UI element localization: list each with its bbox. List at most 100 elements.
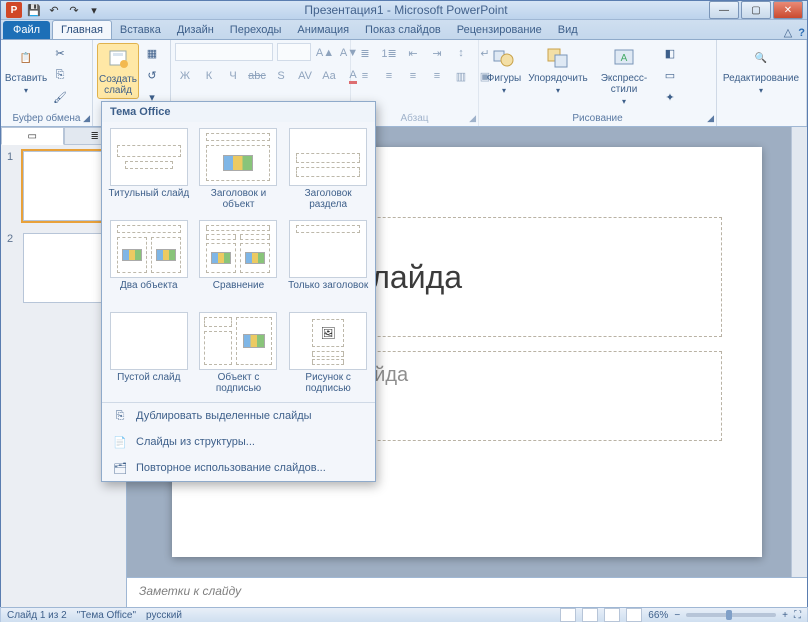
- case-button[interactable]: Aa: [319, 66, 339, 86]
- layout-title-content[interactable]: Заголовок и объект: [194, 124, 284, 216]
- bold-button[interactable]: Ж: [175, 66, 195, 86]
- clipboard-launcher[interactable]: ◢: [83, 113, 90, 124]
- numbering-button[interactable]: 1≣: [379, 43, 399, 63]
- smartart-button[interactable]: ▣: [475, 66, 495, 86]
- shape-effects[interactable]: ✦: [660, 87, 680, 107]
- tab-transitions[interactable]: Переходы: [222, 21, 290, 39]
- layout-title-slide[interactable]: Титульный слайд: [104, 124, 194, 216]
- drawing-launcher[interactable]: ◢: [707, 113, 714, 124]
- reuse-slides-item[interactable]: 🗂 Повторное использование слайдов...: [102, 455, 375, 481]
- tab-slideshow[interactable]: Показ слайдов: [357, 21, 449, 39]
- clipboard-icon: 📋: [13, 45, 39, 71]
- outline-icon: 📄: [112, 434, 128, 450]
- slides-from-outline-item[interactable]: 📄 Слайды из структуры...: [102, 429, 375, 455]
- columns-button[interactable]: ▥: [451, 66, 471, 86]
- grow-font[interactable]: A▲: [315, 43, 335, 63]
- redo-button[interactable]: ↷: [65, 1, 83, 19]
- content-icon: [211, 252, 231, 264]
- content-icon: [223, 155, 253, 171]
- tab-animation[interactable]: Анимация: [289, 21, 357, 39]
- indent-inc[interactable]: ⇥: [427, 43, 447, 63]
- cut-button[interactable]: ✂: [50, 43, 70, 63]
- layout-blank[interactable]: Пустой слайд: [104, 308, 194, 400]
- group-drawing: Фигуры▾ Упорядочить▾ A Экспресс-стили▾ ◧: [479, 40, 717, 126]
- close-button[interactable]: ✕: [773, 1, 803, 19]
- format-painter-button[interactable]: 🖌: [50, 87, 70, 107]
- copy-button[interactable]: ⎘: [50, 65, 70, 85]
- window-title: Презентация1 - Microsoft PowerPoint: [103, 3, 709, 17]
- indent-dec[interactable]: ⇤: [403, 43, 423, 63]
- file-tab[interactable]: Файл: [3, 21, 50, 39]
- thumbnails-tab[interactable]: ▭: [1, 127, 64, 145]
- undo-button[interactable]: ↶: [45, 1, 63, 19]
- spacing-button[interactable]: AV: [295, 66, 315, 86]
- font-size-select[interactable]: [277, 43, 311, 61]
- tab-view[interactable]: Вид: [550, 21, 586, 39]
- theme-indicator: "Тема Office": [77, 610, 136, 621]
- paste-button[interactable]: 📋 Вставить ▾: [5, 43, 47, 97]
- align-left[interactable]: ≡: [355, 66, 375, 86]
- sorter-view-button[interactable]: [582, 608, 598, 622]
- save-button[interactable]: 💾: [25, 1, 43, 19]
- find-icon: 🔍: [748, 45, 774, 71]
- quick-access-toolbar: P 💾 ↶ ↷ ▾: [5, 1, 103, 19]
- ribbon-tabs: Файл Главная Вставка Дизайн Переходы Ани…: [1, 20, 807, 40]
- arrange-icon: [545, 45, 571, 71]
- slide-counter: Слайд 1 из 2: [7, 610, 67, 621]
- tab-home[interactable]: Главная: [52, 20, 112, 39]
- arrange-button[interactable]: Упорядочить▾: [528, 43, 588, 97]
- vertical-scrollbar[interactable]: [791, 127, 807, 577]
- tab-insert[interactable]: Вставка: [112, 21, 169, 39]
- line-spacing[interactable]: ↕: [451, 43, 471, 63]
- fit-button[interactable]: ⛶: [794, 610, 801, 621]
- italic-button[interactable]: К: [199, 66, 219, 86]
- editing-button[interactable]: 🔍 Редактирование▾: [721, 43, 801, 97]
- language-indicator[interactable]: русский: [146, 610, 182, 621]
- tab-design[interactable]: Дизайн: [169, 21, 222, 39]
- zoom-out-button[interactable]: −: [674, 610, 680, 621]
- underline-button[interactable]: Ч: [223, 66, 243, 86]
- layout-content-caption[interactable]: Объект с подписью: [194, 308, 284, 400]
- normal-view-button[interactable]: [560, 608, 576, 622]
- zoom-in-button[interactable]: +: [782, 610, 788, 621]
- shape-outline[interactable]: ▭: [660, 65, 680, 85]
- layout-comparison[interactable]: Сравнение: [194, 216, 284, 308]
- strike-button[interactable]: abc: [247, 66, 267, 86]
- picture-icon: 🖼: [321, 326, 336, 340]
- qat-customize[interactable]: ▾: [85, 1, 103, 19]
- duplicate-slides-item[interactable]: ⎘ Дублировать выделенные слайды: [102, 403, 375, 429]
- align-justify[interactable]: ≡: [427, 66, 447, 86]
- align-center[interactable]: ≡: [379, 66, 399, 86]
- layout-section-header[interactable]: Заголовок раздела: [283, 124, 373, 216]
- layout-button[interactable]: ▦: [142, 43, 162, 63]
- content-icon: [245, 252, 265, 264]
- new-slide-button[interactable]: Создать слайд: [97, 43, 139, 99]
- app-window: P 💾 ↶ ↷ ▾ Презентация1 - Microsoft Power…: [0, 0, 808, 607]
- zoom-level: 66%: [648, 610, 668, 621]
- group-editing: 🔍 Редактирование▾: [717, 40, 807, 126]
- reset-button[interactable]: ↺: [142, 65, 162, 85]
- bullets-button[interactable]: ≣: [355, 43, 375, 63]
- align-right[interactable]: ≡: [403, 66, 423, 86]
- minimize-button[interactable]: —: [709, 1, 739, 19]
- font-face-select[interactable]: [175, 43, 273, 61]
- maximize-button[interactable]: ▢: [741, 1, 771, 19]
- quick-styles-button[interactable]: A Экспресс-стили▾: [591, 43, 657, 108]
- layout-gallery: Тема Office Титульный слайд Заголовок и …: [101, 101, 376, 482]
- layout-title-only[interactable]: Только заголовок: [283, 216, 373, 308]
- shape-fill[interactable]: ◧: [660, 43, 680, 63]
- layout-picture-caption[interactable]: 🖼 Рисунок с подписью: [283, 308, 373, 400]
- shadow-button[interactable]: S: [271, 66, 291, 86]
- content-icon: [156, 249, 176, 261]
- notes-pane[interactable]: Заметки к слайду: [127, 577, 807, 607]
- zoom-slider[interactable]: [686, 613, 776, 617]
- paragraph-launcher[interactable]: ◢: [469, 113, 476, 124]
- styles-icon: A: [611, 45, 637, 71]
- slideshow-view-button[interactable]: [626, 608, 642, 622]
- help-button[interactable]: ?: [798, 27, 805, 39]
- text-direction[interactable]: ↵: [475, 43, 495, 63]
- tab-review[interactable]: Рецензирование: [449, 21, 550, 39]
- ribbon-minimize[interactable]: △: [784, 26, 792, 39]
- reading-view-button[interactable]: [604, 608, 620, 622]
- layout-two-content[interactable]: Два объекта: [104, 216, 194, 308]
